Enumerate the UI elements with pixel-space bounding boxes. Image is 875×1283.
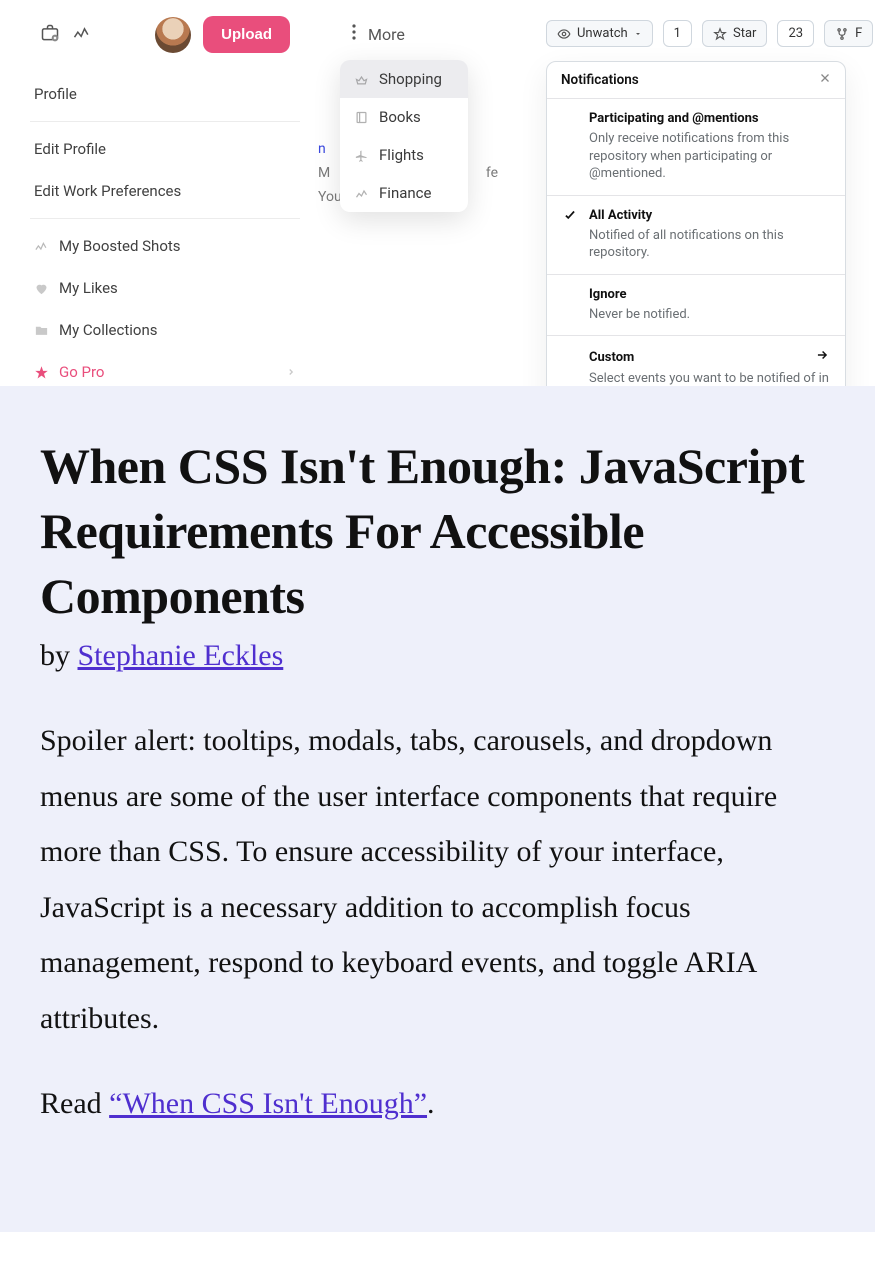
- profile-panel: Upload Profile Edit Profile Edit Work Pr…: [30, 8, 300, 386]
- more-dots-icon: [348, 24, 360, 44]
- menu-collections-label: My Collections: [59, 321, 157, 339]
- menu-go-pro-label: Go Pro: [59, 363, 104, 381]
- menu-profile[interactable]: Profile: [30, 73, 300, 115]
- caret-down-icon: [634, 30, 642, 38]
- more-label-text: More: [368, 25, 405, 44]
- more-dropdown: Shopping Books Flights Finance: [340, 60, 468, 212]
- menu-go-pro[interactable]: Go Pro: [30, 351, 300, 386]
- notif-opt-all[interactable]: All Activity Notified of all notificatio…: [547, 196, 845, 275]
- dd-flights[interactable]: Flights: [340, 136, 468, 174]
- menu-edit-profile[interactable]: Edit Profile: [30, 128, 300, 170]
- activity-icon: [72, 23, 92, 47]
- read-more: Read “When CSS Isn't Enough”.: [40, 1076, 835, 1132]
- hero-illustration: Upload Profile Edit Profile Edit Work Pr…: [0, 0, 875, 386]
- star-button[interactable]: Star: [702, 20, 767, 47]
- dd-finance[interactable]: Finance: [340, 174, 468, 212]
- read-link[interactable]: “When CSS Isn't Enough”: [109, 1087, 427, 1120]
- close-icon[interactable]: [819, 72, 831, 88]
- notifications-title: Notifications: [561, 72, 639, 88]
- dd-books[interactable]: Books: [340, 98, 468, 136]
- menu-collections[interactable]: My Collections: [30, 309, 300, 351]
- avatar[interactable]: [155, 17, 191, 53]
- notifications-popover: Notifications Participating and @mention…: [546, 61, 846, 386]
- more-panel: More n Mfe You Go. Easy-to-add Shopping …: [328, 8, 508, 386]
- menu-boosted[interactable]: My Boosted Shots: [30, 225, 300, 267]
- article-summary: Spoiler alert: tooltips, modals, tabs, c…: [40, 713, 835, 1046]
- briefcase-icon: [40, 23, 60, 47]
- menu-edit-work[interactable]: Edit Work Preferences: [30, 170, 300, 212]
- unwatch-button[interactable]: Unwatch: [546, 20, 653, 47]
- menu-likes-label: My Likes: [59, 279, 118, 297]
- github-panel: Unwatch 1 Star 23 F Notifications: [536, 8, 875, 386]
- check-icon: [563, 208, 579, 262]
- unwatch-count: 1: [663, 20, 692, 47]
- chevron-right-icon: [286, 363, 296, 381]
- dd-shopping[interactable]: Shopping: [340, 60, 468, 98]
- more-trigger[interactable]: More: [328, 16, 508, 60]
- notif-opt-participating[interactable]: Participating and @mentions Only receive…: [547, 99, 845, 196]
- notif-opt-ignore[interactable]: Ignore Never be notified.: [547, 275, 845, 337]
- byline: by Stephanie Eckles: [40, 639, 835, 673]
- fork-button[interactable]: F: [824, 20, 873, 47]
- menu-likes[interactable]: My Likes: [30, 267, 300, 309]
- author-link[interactable]: Stephanie Eckles: [78, 639, 284, 672]
- upload-button[interactable]: Upload: [203, 16, 290, 53]
- star-count: 23: [777, 20, 814, 47]
- article-title: When CSS Isn't Enough: JavaScript Requir…: [40, 434, 835, 629]
- arrow-right-icon: [815, 348, 829, 366]
- menu-boosted-label: My Boosted Shots: [59, 237, 181, 255]
- article-body: When CSS Isn't Enough: JavaScript Requir…: [0, 386, 875, 1232]
- notif-opt-custom[interactable]: Custom Select events you want to be noti…: [547, 336, 845, 386]
